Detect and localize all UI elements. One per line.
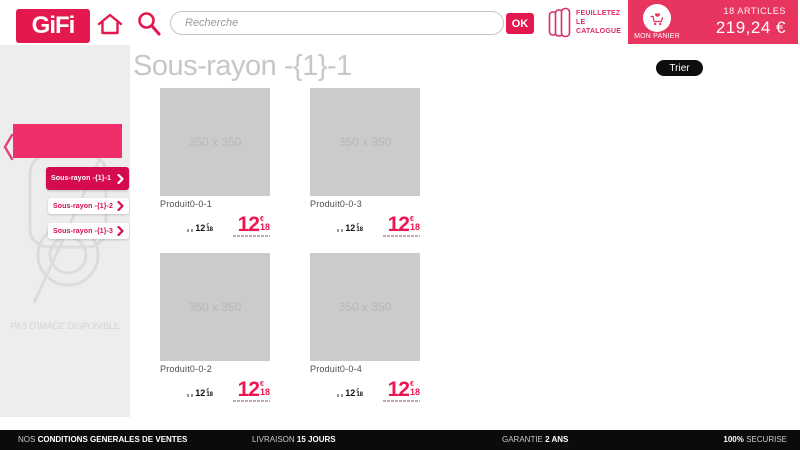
- catalogue-label: FEUILLETEZ LE CATALOGUE: [576, 7, 621, 38]
- cart-icon-circle: [643, 4, 671, 32]
- old-price: 12 € 18: [337, 224, 363, 233]
- chevron-right-icon: [117, 226, 124, 236]
- old-price-dots: [337, 394, 343, 397]
- footer-livraison: LIVRAISON 15 JOURS: [252, 430, 336, 450]
- old-price: 12 € 18: [337, 389, 363, 398]
- sidebar-item-label: Sous-rayon -{1}-3: [53, 228, 117, 235]
- current-price: 12 € 18: [233, 216, 270, 237]
- product-prices: 12 € 18 12 € 18: [310, 216, 420, 237]
- sidebar-item-sous-rayon-3[interactable]: Sous-rayon -{1}-3: [48, 223, 129, 239]
- product-image-placeholder: 350 x 350: [310, 88, 420, 196]
- old-price-dots: [187, 229, 193, 232]
- page-title: Sous-rayon -{1}-1: [133, 50, 352, 83]
- old-price: 12 € 18: [187, 389, 213, 398]
- cart-total: 219,24 €: [716, 18, 786, 38]
- product-card[interactable]: 350 x 350 Produit0-0-2 12 € 18 12: [160, 253, 270, 418]
- product-prices: 12 € 18 12 € 18: [310, 381, 420, 402]
- price-fine-print: [383, 235, 420, 237]
- footer-conditions-link[interactable]: NOS CONDITIONS GENERALES DE VENTES: [18, 430, 187, 450]
- top-bar: GiFi OK FEUILLETEZ LE CATALOG: [0, 0, 800, 45]
- cart-heart-icon: [648, 9, 667, 28]
- old-price: 12 € 18: [187, 224, 213, 233]
- cart-items-count: 18 ARTICLES: [716, 6, 786, 16]
- current-price: 12 € 18: [383, 381, 420, 402]
- product-name: Produit0-0-4: [310, 364, 420, 374]
- old-price-dots: [187, 394, 193, 397]
- product-card[interactable]: 350 x 350 Produit0-0-3 12 € 18 12: [310, 88, 420, 253]
- footer-bar: NOS CONDITIONS GENERALES DE VENTES LIVRA…: [0, 430, 800, 450]
- sidebar: Sous-rayon -{1}-1 Sous-rayon -{1}-2 Sous…: [0, 45, 130, 417]
- catalogue-icon: [548, 7, 572, 38]
- current-price: 12 € 18: [383, 216, 420, 237]
- gifi-logo-text: GiFi: [32, 12, 75, 40]
- home-button[interactable]: [97, 12, 123, 36]
- back-button[interactable]: [2, 133, 14, 161]
- sidebar-item-sous-rayon-2[interactable]: Sous-rayon -{1}-2: [48, 198, 129, 214]
- cart-panel[interactable]: MON PANIER 18 ARTICLES 219,24 €: [628, 0, 798, 44]
- search-ok-button[interactable]: OK: [506, 13, 534, 34]
- product-grid: 350 x 350 Produit0-0-1 12 € 18 12: [160, 88, 420, 418]
- home-icon: [97, 12, 123, 36]
- sidebar-item-label: Sous-rayon -{1}-1: [51, 175, 117, 182]
- product-card[interactable]: 350 x 350 Produit0-0-4 12 € 18 12: [310, 253, 420, 418]
- catalogue-button[interactable]: FEUILLETEZ LE CATALOGUE: [548, 7, 621, 38]
- gifi-logo[interactable]: GiFi: [16, 9, 90, 43]
- sidebar-item-sous-rayon-1[interactable]: Sous-rayon -{1}-1: [46, 167, 129, 190]
- price-fine-print: [233, 235, 270, 237]
- current-price: 12 € 18: [233, 381, 270, 402]
- product-image-placeholder: 350 x 350: [160, 88, 270, 196]
- no-image-text: PAS D'IMAGE DISPONIBLE: [0, 321, 130, 331]
- category-banner[interactable]: [13, 124, 122, 158]
- product-image-placeholder: 350 x 350: [310, 253, 420, 361]
- product-name: Produit0-0-1: [160, 199, 270, 209]
- cart-summary: 18 ARTICLES 219,24 €: [716, 6, 786, 38]
- sidebar-item-label: Sous-rayon -{1}-2: [53, 203, 117, 210]
- chevron-right-icon: [117, 174, 124, 184]
- price-fine-print: [383, 400, 420, 402]
- old-price-dots: [337, 229, 343, 232]
- chevron-right-icon: [117, 201, 124, 211]
- search-input[interactable]: [170, 11, 504, 35]
- product-prices: 12 € 18 12 € 18: [160, 381, 270, 402]
- product-name: Produit0-0-3: [310, 199, 420, 209]
- search-icon[interactable]: [135, 9, 163, 37]
- product-card[interactable]: 350 x 350 Produit0-0-1 12 € 18 12: [160, 88, 270, 253]
- gifi-kiosk-screen: GiFi OK FEUILLETEZ LE CATALOG: [0, 0, 800, 450]
- product-image-placeholder: 350 x 350: [160, 253, 270, 361]
- footer-securise: 100% SECURISE: [723, 430, 787, 450]
- sort-button[interactable]: Trier: [656, 60, 703, 76]
- product-name: Produit0-0-2: [160, 364, 270, 374]
- product-prices: 12 € 18 12 € 18: [160, 216, 270, 237]
- footer-garantie: GARANTIE 2 ANS: [502, 430, 568, 450]
- chevron-left-icon: [2, 133, 14, 161]
- price-fine-print: [233, 400, 270, 402]
- cart-label: MON PANIER: [629, 33, 685, 40]
